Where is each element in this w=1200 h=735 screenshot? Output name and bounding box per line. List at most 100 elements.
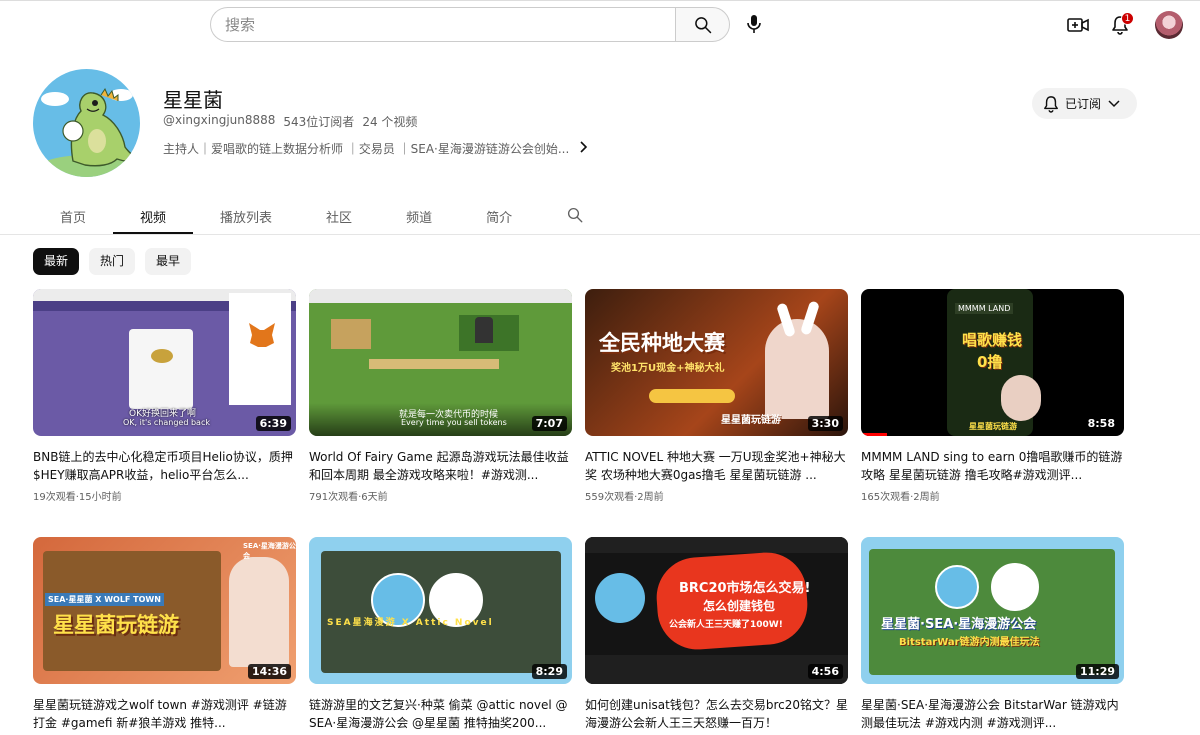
channel-avatar: [33, 69, 140, 177]
chip-latest[interactable]: 最新: [33, 248, 80, 275]
video-thumbnail[interactable]: SEA·星星菌 X WOLF TOWN 星星菌玩链游 SEA·星海漫游公会 14…: [33, 537, 296, 684]
video-title[interactable]: 如何创建unisat钱包？怎么去交易brc20铭文？星海漫游公会新人王三天怒赚一…: [585, 696, 848, 732]
video-title[interactable]: 星星菌·SEA·星海漫游公会 BitstarWar 链游戏内测最佳玩法 #游戏内…: [861, 696, 1124, 732]
video-card[interactable]: BRC20市场怎么交易! 怎么创建钱包 公会新人王三天赚了100W! 4:56 …: [585, 537, 848, 732]
video-meta: 165次观看·2周前: [861, 492, 940, 503]
tab-about[interactable]: 简介: [486, 198, 512, 234]
chip-popular[interactable]: 热门: [89, 248, 136, 275]
video-duration: 7:07: [531, 416, 567, 431]
video-title[interactable]: ATTIC NOVEL 种地大赛 一万U现金奖池+神秘大奖 农场种地大赛0gas…: [585, 448, 848, 484]
video-card[interactable]: 全民种地大赛 奖池1万U现金+神秘大礼 星星菌玩链游 3:30 ATTIC NO…: [585, 289, 848, 503]
video-card[interactable]: SEA·星星菌 X WOLF TOWN 星星菌玩链游 SEA·星海漫游公会 14…: [33, 537, 296, 732]
video-thumbnail[interactable]: BRC20市场怎么交易! 怎么创建钱包 公会新人王三天赚了100W! 4:56: [585, 537, 848, 684]
channel-search-button[interactable]: [565, 205, 585, 225]
thumbnail-caption-2: 唱歌赚钱: [962, 331, 1023, 349]
channel-name: 星星菌: [163, 88, 223, 112]
search-input[interactable]: [211, 8, 675, 41]
thumbnail-caption-2: 怎么创建钱包: [703, 599, 776, 613]
video-card[interactable]: MMMM LAND 唱歌赚钱 0撸 星星菌玩链游 8:58 MMMM LAND …: [861, 289, 1124, 503]
masthead: 1: [0, 0, 1200, 50]
chip-oldest[interactable]: 最早: [145, 248, 192, 275]
video-title[interactable]: MMMM LAND sing to earn 0撸唱歌赚币的链游攻略 星星菌玩链…: [861, 448, 1124, 484]
search-icon: [566, 206, 584, 224]
tabs-divider: [0, 234, 1200, 235]
video-camera-plus-icon: [1067, 16, 1089, 34]
video-thumbnail[interactable]: SEA星海漫游 X Attic Novel 8:29: [309, 537, 572, 684]
video-title[interactable]: World Of Fairy Game 起源岛游戏玩法最佳收益和回本周期 最全游…: [309, 448, 572, 484]
subscribed-button[interactable]: 已订阅: [1032, 88, 1137, 119]
chevron-down-icon: [1108, 99, 1120, 108]
video-title[interactable]: 链游游里的文艺复兴·种菜 偷菜 @attic novel @SEA·星海漫游公会…: [309, 696, 572, 732]
video-count: 24 个视频: [362, 115, 418, 129]
user-avatar[interactable]: [1155, 11, 1183, 39]
channel-meta: @xingxingjun8888 543位订阅者 24 个视频: [163, 113, 425, 130]
video-duration: 4:56: [807, 664, 843, 679]
video-age: 2周前: [913, 492, 940, 503]
chevron-right-icon: [579, 140, 588, 154]
create-video-button[interactable]: [1063, 10, 1093, 40]
video-duration: 6:39: [255, 416, 291, 431]
thumbnail-caption-2: 星星菌玩链游: [53, 613, 179, 637]
thumbnail-caption: SEA·星星菌 X WOLF TOWN: [45, 593, 164, 606]
thumbnail-caption: 全民种地大赛: [599, 331, 725, 355]
video-card[interactable]: 星星菌·SEA·星海漫游公会 BitstarWar链游内测最佳玩法 11:29 …: [861, 537, 1124, 732]
microphone-icon: [745, 14, 763, 34]
video-views: 19次观看: [33, 492, 76, 503]
video-thumbnail[interactable]: OK好换回来了啊 OK, it's changed back 6:39: [33, 289, 296, 436]
thumbnail-caption-3: SEA·星海漫游公会: [243, 542, 296, 560]
thumbnail-caption-3: 星星菌玩链游: [721, 415, 781, 426]
video-title[interactable]: 星星菌玩链游戏之wolf town #游戏测评 #链游打金 #gamefi 新#…: [33, 696, 296, 732]
video-meta: 791次观看·6天前: [309, 492, 388, 503]
video-meta: 19次观看·15小时前: [33, 492, 122, 503]
subscribed-label: 已订阅: [1065, 97, 1102, 111]
search-button[interactable]: [675, 7, 730, 42]
thumbnail-caption: SEA星海漫游 X Attic Novel: [327, 618, 494, 628]
sort-chips: 最新 热门 最早: [33, 248, 192, 275]
thumbnail-caption-3: 0撸: [977, 353, 1003, 371]
channel-handle: @xingxingjun8888: [163, 113, 276, 127]
video-card[interactable]: OK好换回来了啊 OK, it's changed back 6:39 BNB链…: [33, 289, 296, 503]
notification-count-badge: 1: [1121, 12, 1134, 25]
video-views: 559次观看: [585, 492, 635, 503]
video-card[interactable]: SEA星海漫游 X Attic Novel 8:29 链游游里的文艺复兴·种菜 …: [309, 537, 572, 732]
voice-search-button[interactable]: [738, 8, 770, 40]
thumbnail-caption-en: Every time you sell tokens: [401, 418, 507, 427]
video-duration: 11:29: [1075, 664, 1119, 679]
tab-community[interactable]: 社区: [326, 198, 352, 234]
video-title[interactable]: BNB链上的去中心化稳定币项目Helio协议，质押$HEY赚取高APR收益，he…: [33, 448, 296, 484]
video-views: 791次观看: [309, 492, 359, 503]
thumbnail-caption-2: BitstarWar链游内测最佳玩法: [899, 637, 1040, 648]
video-duration: 3:30: [807, 416, 843, 431]
search-box[interactable]: [210, 7, 675, 42]
video-thumbnail[interactable]: MMMM LAND 唱歌赚钱 0撸 星星菌玩链游 8:58: [861, 289, 1124, 436]
video-duration: 8:29: [531, 664, 567, 679]
video-meta: 559次观看·2周前: [585, 492, 664, 503]
tab-playlists[interactable]: 播放列表: [220, 198, 272, 234]
thumbnail-caption-en: OK, it's changed back: [123, 418, 210, 427]
channel-tabs: 首页 视频 播放列表 社区 频道 简介: [33, 198, 512, 234]
thumbnail-caption-2: 奖池1万U现金+神秘大礼: [611, 363, 725, 374]
thumbnail-caption: 星星菌·SEA·星海漫游公会: [881, 617, 1037, 632]
video-age: 6天前: [361, 492, 388, 503]
thumbnail-caption: MMMM LAND: [955, 303, 1014, 314]
video-thumbnail[interactable]: 就是每一次卖代币的时候 Every time you sell tokens 7…: [309, 289, 572, 436]
channel-description[interactable]: 主持人｜爱唱歌的链上数据分析师 ｜交易员 ｜SEA·星海漫游链游公会创始...: [163, 140, 569, 157]
bell-icon: [1043, 95, 1059, 113]
tab-channels[interactable]: 频道: [406, 198, 432, 234]
video-duration: 8:58: [1083, 416, 1119, 431]
video-card[interactable]: 就是每一次卖代币的时候 Every time you sell tokens 7…: [309, 289, 572, 503]
video-views: 165次观看: [861, 492, 911, 503]
top-border: [0, 0, 1200, 1]
video-thumbnail[interactable]: 星星菌·SEA·星海漫游公会 BitstarWar链游内测最佳玩法 11:29: [861, 537, 1124, 684]
video-age: 15小时前: [78, 492, 122, 503]
video-thumbnail[interactable]: 全民种地大赛 奖池1万U现金+神秘大礼 星星菌玩链游 3:30: [585, 289, 848, 436]
more-about-button[interactable]: [576, 139, 590, 155]
watch-progress-bar: [861, 433, 887, 436]
search-icon: [693, 15, 713, 35]
tab-videos[interactable]: 视频: [112, 198, 194, 234]
tab-home[interactable]: 首页: [60, 198, 86, 234]
thumbnail-caption-3: 公会新人王三天赚了100W!: [669, 620, 783, 630]
video-duration: 14:36: [247, 664, 291, 679]
video-age: 2周前: [637, 492, 664, 503]
thumbnail-caption-4: 星星菌玩链游: [969, 422, 1017, 431]
